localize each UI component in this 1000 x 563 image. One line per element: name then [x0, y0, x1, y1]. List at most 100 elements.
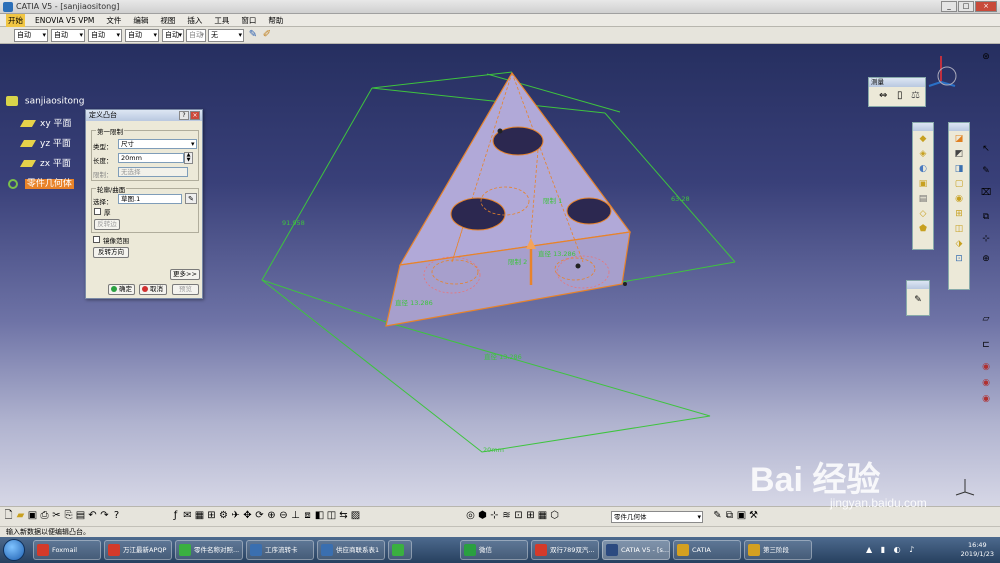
measure-between-icon[interactable]: ⇔	[879, 90, 887, 101]
task-pdf[interactable]: 双行789双汽...	[531, 540, 599, 560]
thick-checkbox[interactable]	[94, 208, 101, 215]
task-phase-three[interactable]: 第三阶段	[744, 540, 812, 560]
tree-item-zx-plane[interactable]: zx 平面	[19, 156, 71, 169]
menu-insert[interactable]: 插入	[185, 14, 204, 27]
redo-icon[interactable]: ↷	[99, 510, 110, 522]
thread-icon[interactable]: ⊞	[953, 208, 965, 220]
task-apqp[interactable]: 万江最新APQP	[104, 540, 172, 560]
profile-select-field[interactable]: 草图.1	[118, 194, 182, 204]
tools-icon[interactable]: ⚒	[748, 510, 759, 522]
reverse-direction-button[interactable]: 反转方向	[93, 247, 129, 258]
dialog-close-button[interactable]: ×	[190, 111, 200, 120]
rib-icon[interactable]: ▤	[917, 193, 929, 205]
undo-icon[interactable]: ↶	[87, 510, 98, 522]
task-catia-folder[interactable]: CATIA	[673, 540, 741, 560]
scan-icon[interactable]: ⧉	[724, 510, 735, 522]
layer-dropdown[interactable]: 无	[208, 29, 244, 42]
cut-tool-icon[interactable]: ✂	[51, 510, 62, 522]
length-spinner[interactable]: ▲ ▼	[184, 152, 193, 164]
axis-icon[interactable]: ⊹	[977, 234, 995, 244]
fillet-icon[interactable]: ◪	[953, 133, 965, 145]
constraint-icon[interactable]: ⊏	[977, 340, 995, 350]
task-process-card[interactable]: 工序流转卡	[246, 540, 314, 560]
analysis-icon-2[interactable]: ◉	[977, 378, 995, 388]
view-icon[interactable]: ⊕	[977, 254, 995, 264]
mirror-checkbox[interactable]	[93, 236, 100, 243]
tree-item-xy-plane[interactable]: xy 平面	[19, 116, 72, 129]
draft-icon[interactable]: ◨	[953, 163, 965, 175]
sketch-icon[interactable]: ✎	[912, 294, 924, 306]
fly-icon[interactable]: ✈	[230, 510, 241, 522]
print-icon[interactable]: ⎙	[39, 510, 50, 522]
type-select[interactable]: 尺寸	[118, 139, 197, 149]
task-wechat[interactable]: 微信	[460, 540, 528, 560]
apply-material-icon[interactable]: ⬢	[477, 510, 488, 522]
menu-enovia[interactable]: ENOVIA V5 VPM	[33, 15, 96, 26]
shell-icon[interactable]: ▢	[953, 178, 965, 190]
comment-icon[interactable]: ✉	[182, 510, 193, 522]
dim-label-5[interactable]: 直径 13.286	[484, 351, 522, 361]
length-input[interactable]: 20mm	[118, 153, 184, 163]
measure-item-icon[interactable]: ▯	[897, 90, 903, 101]
analysis-icon-3[interactable]: ◉	[977, 394, 995, 404]
pointer-icon[interactable]: ↖	[977, 144, 995, 154]
preview-button[interactable]: 预览	[172, 284, 199, 295]
menu-tools[interactable]: 工具	[212, 14, 231, 27]
dim-label-7[interactable]: 直径 13.286	[538, 248, 576, 258]
task-supplier-table[interactable]: 供应商联系表1	[317, 540, 385, 560]
cut-icon[interactable]: ⌧	[977, 188, 995, 198]
dialog-help-button[interactable]: ?	[179, 111, 189, 120]
menu-file[interactable]: 文件	[104, 14, 123, 27]
rotate-icon[interactable]: ⟳	[254, 510, 265, 522]
thickness-icon[interactable]: ◉	[953, 193, 965, 205]
layer-icon[interactable]: ▦	[537, 510, 548, 522]
maximize-button[interactable]: □	[958, 1, 974, 12]
dim-label-2[interactable]: 63.28	[671, 195, 690, 203]
assembly-icon[interactable]: ⧉	[977, 212, 995, 222]
menu-window[interactable]: 窗口	[239, 14, 258, 27]
sketch-analysis-icon[interactable]: ✎	[712, 510, 723, 522]
tree-item-yz-plane[interactable]: yz 平面	[19, 136, 71, 149]
multisection-icon[interactable]: ⬟	[917, 223, 929, 235]
whats-this-icon[interactable]: ?	[111, 510, 122, 522]
system-tray[interactable]: ▲ ▮ ◐ ♪	[866, 545, 917, 554]
open-icon[interactable]: ▰	[15, 510, 26, 522]
menu-view[interactable]: 视图	[158, 14, 177, 27]
task-foxmail[interactable]: Foxmail	[33, 540, 101, 560]
iso-view-icon[interactable]: ⧈	[302, 510, 313, 522]
tree-item-body[interactable]: 零件几何体	[8, 176, 74, 189]
measure-inertia-icon[interactable]: ⚖	[911, 90, 920, 101]
pad-icon[interactable]: ◆	[917, 133, 929, 145]
clock[interactable]: 16:49 2019/1/23	[961, 541, 994, 559]
minimize-button[interactable]: _	[941, 1, 957, 12]
plane-tool-icon[interactable]: ▱	[977, 314, 995, 324]
chamfer-icon[interactable]: ◩	[953, 148, 965, 160]
compass-icon[interactable]: ⊛	[977, 52, 995, 62]
normal-view-icon[interactable]: ⊥	[290, 510, 301, 522]
task-part-names[interactable]: 零件名称对照...	[175, 540, 243, 560]
sketch-edit-icon[interactable]: ✎	[185, 193, 197, 204]
start-button[interactable]	[3, 539, 25, 561]
photo-icon[interactable]: ▣	[736, 510, 747, 522]
color-dropdown[interactable]: 自动	[14, 29, 48, 42]
dim-label-8[interactable]: 20mm	[483, 446, 504, 454]
copy-icon[interactable]: ⎘	[63, 510, 74, 522]
shaft-icon[interactable]: ◐	[917, 163, 929, 175]
menu-start[interactable]: 开始	[6, 13, 25, 27]
dim-label-1[interactable]: 91.958	[282, 219, 305, 227]
brush-icon[interactable]: ✐	[261, 29, 273, 41]
paste-icon[interactable]: ▤	[75, 510, 86, 522]
replace-face-icon[interactable]: ⬗	[953, 238, 965, 250]
catalog-icon[interactable]: ⊞	[206, 510, 217, 522]
materials-icon[interactable]: ◎	[465, 510, 476, 522]
cancel-button[interactable]: 取消	[139, 284, 167, 295]
transform-icon[interactable]: ⊡	[953, 253, 965, 265]
more-button[interactable]: 更多>>	[170, 269, 200, 280]
dim-label-3[interactable]: 限制 1	[543, 195, 562, 205]
dim-label-6[interactable]: 限制 2	[508, 256, 527, 266]
pocket-icon[interactable]: ◈	[917, 148, 929, 160]
menu-edit[interactable]: 编辑	[131, 14, 150, 27]
reverse-side-button[interactable]: 反转边	[94, 219, 120, 230]
task-app-green[interactable]	[388, 540, 412, 560]
sketch-tool-icon[interactable]: ✎	[977, 166, 995, 176]
